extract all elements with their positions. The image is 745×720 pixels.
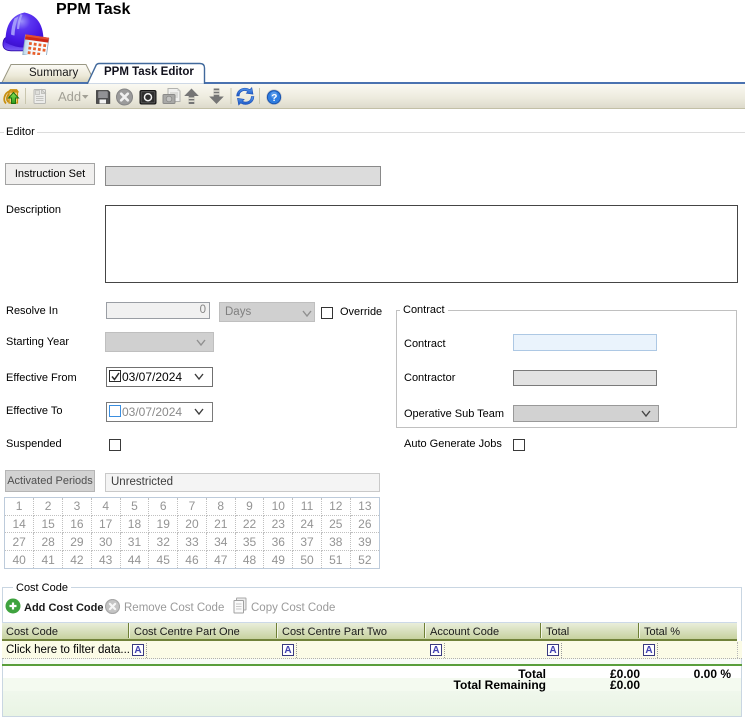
svg-text:Add: Add bbox=[58, 89, 81, 104]
svg-text:?: ? bbox=[271, 93, 277, 104]
